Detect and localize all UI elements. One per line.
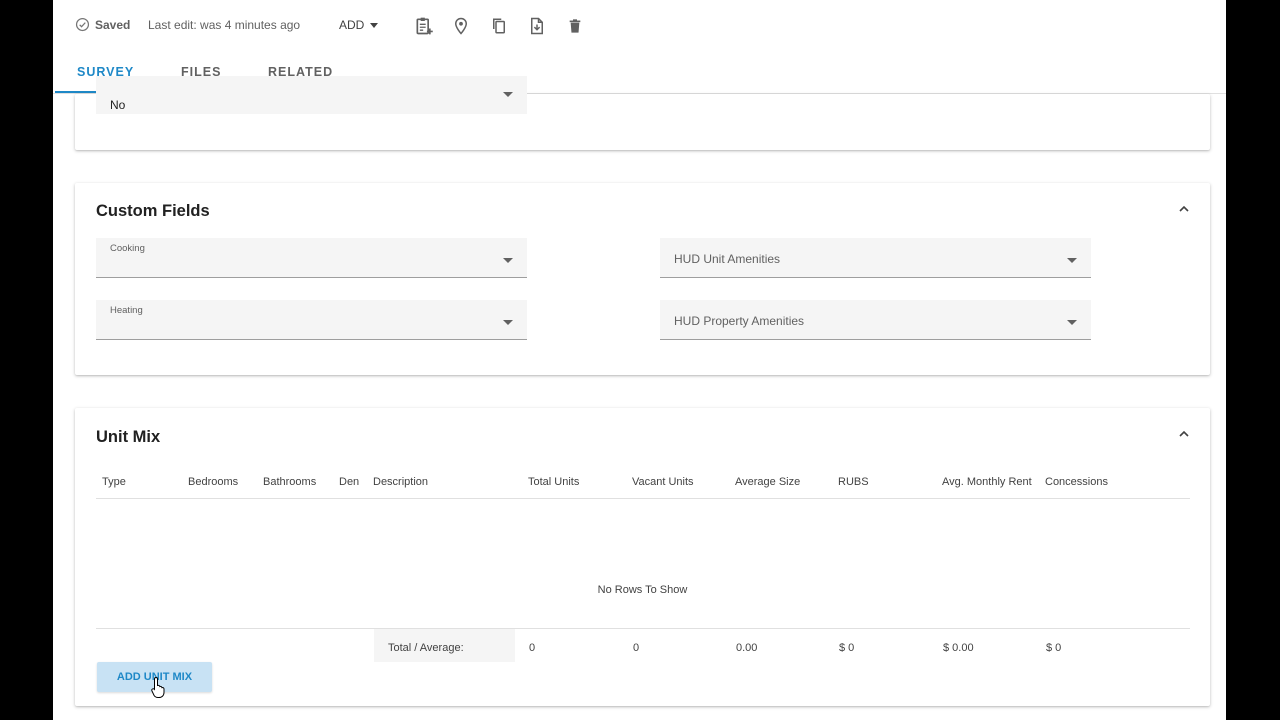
dropdown-arrow-icon [1067,258,1077,263]
caret-down-icon [370,22,379,28]
column-header-concessions[interactable]: Concessions [1045,476,1108,488]
column-header-description[interactable]: Description [373,476,428,488]
total-average-label: Total / Average: [374,629,515,662]
map-pin-icon[interactable] [450,15,472,37]
column-header-average-size[interactable]: Average Size [735,476,800,488]
hud-unit-amenities-placeholder: HUD Unit Amenities [674,252,781,266]
custom-fields-card: Custom Fields Cooking HUD Unit Amenities… [75,183,1210,375]
hud-unit-amenities-select[interactable]: HUD Unit Amenities [660,238,1091,278]
add-menu-label: ADD [339,18,365,32]
empty-table-message: No Rows To Show [597,584,688,596]
unit-mix-table-header: Type Bedrooms Bathrooms Den Description … [96,464,1190,499]
hud-property-amenities-placeholder: HUD Property Amenities [674,314,805,328]
footer-total-units: 0 [529,642,536,654]
footer-average-size: 0.00 [736,642,758,654]
clipboard-add-icon[interactable] [413,15,435,37]
heating-label: Heating [110,305,143,316]
column-header-bedrooms[interactable]: Bedrooms [188,476,238,488]
hand-pointer-cursor-icon [151,676,165,698]
custom-fields-title: Custom Fields [96,202,210,220]
dropdown-arrow-icon [503,320,513,325]
chevron-up-icon[interactable] [1176,426,1192,442]
column-header-total-units[interactable]: Total Units [528,476,579,488]
check-circle-icon [75,17,90,32]
previous-select-field[interactable]: No [96,76,527,114]
column-header-den[interactable]: Den [339,476,359,488]
dropdown-arrow-icon [1067,320,1077,325]
cooking-label: Cooking [110,243,145,254]
footer-avg-monthly-rent: $ 0.00 [943,642,974,654]
footer-vacant-units: 0 [633,642,640,654]
select-value: No [110,98,126,112]
unit-mix-title: Unit Mix [96,428,161,446]
file-export-icon[interactable] [526,15,548,37]
toolbar: Saved Last edit: was 4 minutes ago ADD [53,0,1226,52]
column-header-bathrooms[interactable]: Bathrooms [263,476,316,488]
last-edit-text: Last edit: was 4 minutes ago [148,18,301,32]
saved-label: Saved [95,17,131,32]
unit-mix-card: Unit Mix Type Bedrooms Bathrooms Den Des… [75,408,1210,706]
column-header-type[interactable]: Type [102,476,126,488]
chevron-up-icon[interactable] [1176,201,1192,217]
hud-property-amenities-select[interactable]: HUD Property Amenities [660,300,1091,340]
unit-mix-table-footer: Total / Average: 0 0 0.00 $ 0 $ 0.00 $ 0 [96,628,1190,662]
saved-status: Saved [75,17,130,32]
column-header-avg-monthly-rent[interactable]: Avg. Monthly Rent [942,476,1032,488]
heating-select[interactable]: Heating [96,300,527,340]
dropdown-arrow-icon [503,92,513,97]
footer-concessions: $ 0 [1046,642,1062,654]
cooking-select[interactable]: Cooking [96,238,527,278]
footer-rubs: $ 0 [839,642,855,654]
dropdown-arrow-icon [503,258,513,263]
add-menu-button[interactable]: ADD [339,18,379,32]
copy-icon[interactable] [488,15,510,37]
trash-icon[interactable] [564,15,586,37]
column-header-vacant-units[interactable]: Vacant Units [632,476,694,488]
app-window: Saved Last edit: was 4 minutes ago ADD S… [53,0,1226,720]
column-header-rubs[interactable]: RUBS [838,476,869,488]
previous-section-card: No [75,76,1210,150]
